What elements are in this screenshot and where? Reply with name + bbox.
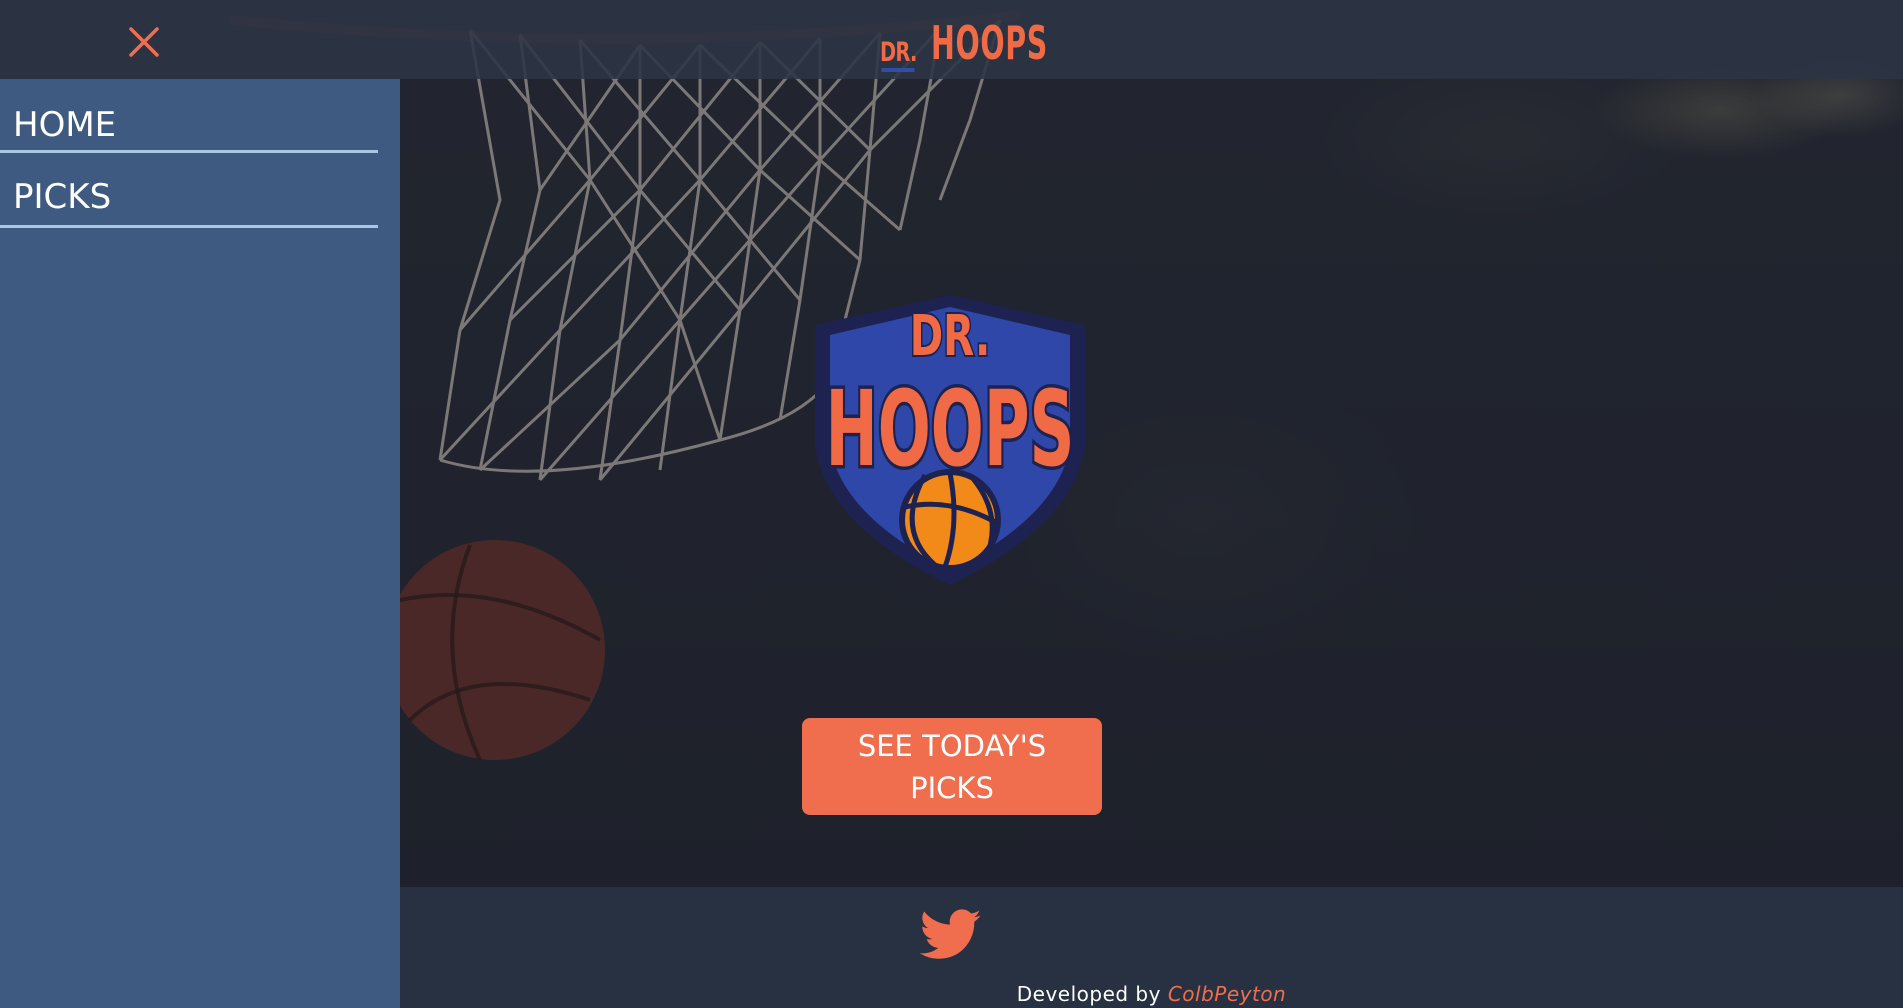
cta-line-2: PICKS bbox=[910, 770, 994, 805]
dr-hoops-logo: DR. HOOPS bbox=[785, 285, 1115, 590]
basketball-icon bbox=[899, 469, 1001, 571]
footer: Developed by ColbPeyton bbox=[400, 887, 1903, 1008]
sidebar-item-picks[interactable]: PICKS bbox=[0, 153, 378, 228]
twitter-link[interactable] bbox=[919, 909, 982, 961]
see-todays-picks-button[interactable]: SEE TODAY'S PICKS bbox=[802, 718, 1102, 815]
header-logo[interactable]: DR. HOOPS bbox=[880, 14, 1120, 72]
cta-line-1: SEE TODAY'S bbox=[857, 728, 1047, 763]
sidebar-menu: HOME PICKS bbox=[0, 79, 400, 1008]
top-navbar: DR. HOOPS bbox=[0, 0, 1903, 79]
developer-credit: Developed by ColbPeyton bbox=[400, 982, 1903, 1006]
close-icon bbox=[129, 27, 159, 57]
credit-prefix: Developed by bbox=[1016, 982, 1168, 1006]
author-link[interactable]: ColbPeyton bbox=[1168, 982, 1286, 1006]
header-logo-hoops: HOOPS bbox=[930, 16, 1048, 70]
twitter-icon bbox=[919, 909, 981, 959]
sidebar-item-home[interactable]: HOME bbox=[0, 79, 378, 153]
logo-dr-text: DR. bbox=[910, 303, 991, 368]
close-menu-button[interactable] bbox=[126, 24, 162, 60]
header-logo-dr: DR. bbox=[880, 39, 917, 72]
header-logo-underline bbox=[881, 68, 915, 72]
